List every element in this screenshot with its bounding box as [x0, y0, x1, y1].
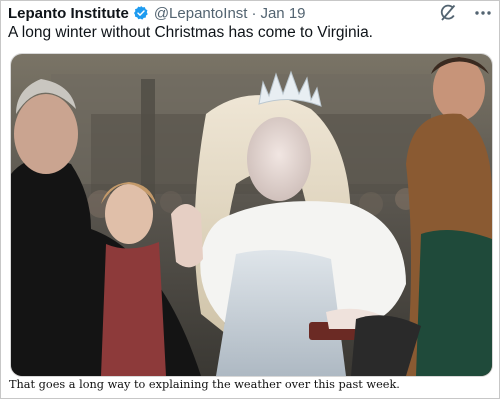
more-options-icon[interactable] — [474, 10, 492, 16]
header-separator: · — [251, 4, 257, 22]
author-name[interactable]: Lepanto Institute — [8, 5, 129, 22]
tweet-media-image[interactable] — [10, 53, 493, 377]
tweet-header: Lepanto Institute @LepantoInst · Jan 19 — [8, 3, 492, 23]
author-handle[interactable]: @LepantoInst — [154, 5, 248, 22]
grok-icon[interactable] — [438, 3, 458, 23]
caption-text: That goes a long way to explaining the w… — [9, 378, 400, 391]
verified-badge-icon — [133, 5, 149, 21]
tweet-date[interactable]: Jan 19 — [260, 5, 305, 22]
tweet-text: A long winter without Christmas has come… — [8, 24, 373, 41]
